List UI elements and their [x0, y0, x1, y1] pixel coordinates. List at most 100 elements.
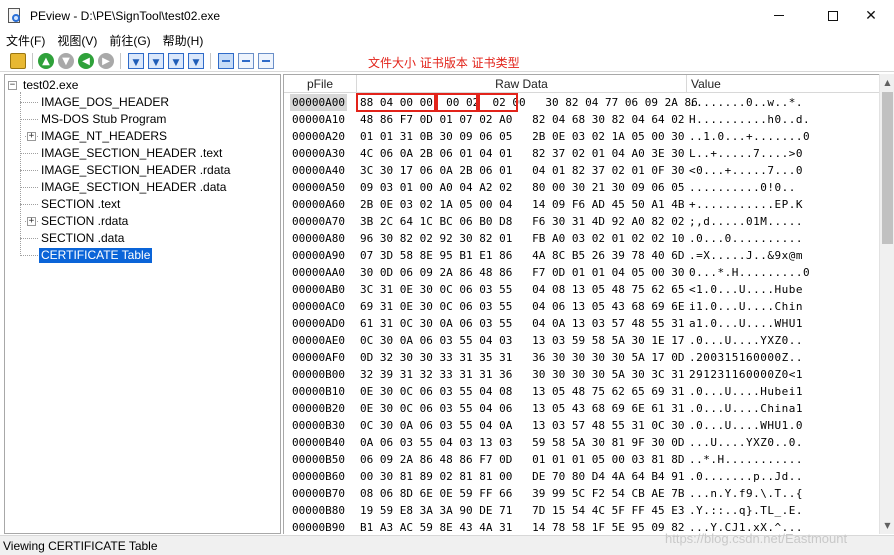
hex-row[interactable]: 00000A70 3B 2C 64 1C BC 06 B0 D8 F6 30 31… — [284, 213, 880, 230]
hex-view: pFile Raw Data Value 00000A00 88 04 00 00… — [283, 74, 894, 534]
column-value[interactable]: Value — [687, 75, 880, 93]
scroll-thumb[interactable] — [882, 92, 893, 244]
tree-root[interactable]: test02.exe — [21, 77, 80, 94]
hex-offset: 00000B60 — [292, 470, 345, 483]
hex-row[interactable]: 00000AD0 61 31 0C 30 0A 06 03 55 04 0A 13… — [284, 315, 880, 332]
hex-bytes: B1 A3 AC 59 8E 43 4A 31 14 78 58 1F 5E 9… — [360, 521, 685, 534]
vertical-scrollbar[interactable]: ▲ ▼ — [879, 74, 894, 534]
expand-toggle-icon[interactable]: + — [27, 132, 36, 141]
hex-row[interactable]: 00000B20 0E 30 0C 06 03 55 04 06 13 05 43… — [284, 400, 880, 417]
tree-item-section-text[interactable]: SECTION .text — [39, 196, 122, 213]
hex-offset: 00000B90 — [292, 521, 345, 534]
go-down-icon[interactable]: ▼ — [58, 53, 74, 69]
view-byte-icon[interactable]: ▼ — [148, 53, 164, 69]
list-view-icon[interactable] — [218, 53, 234, 69]
hex-row[interactable]: 00000AB0 3C 31 0E 30 0C 06 03 55 04 08 13… — [284, 281, 880, 298]
tree-item-dos-stub[interactable]: MS-DOS Stub Program — [39, 111, 168, 128]
scroll-up-icon[interactable]: ▲ — [880, 75, 894, 90]
hex-bytes: 3C 31 0E 30 0C 06 03 55 04 08 13 05 48 7… — [360, 283, 685, 296]
hex-ascii: .0...0.......... — [689, 232, 803, 245]
hex-row[interactable]: 00000A80 96 30 82 02 92 30 82 01 FB A0 03… — [284, 230, 880, 247]
hex-ascii: ...n.Y.f9.\.T..{ — [689, 487, 803, 500]
tree-item-section-header-rdata[interactable]: IMAGE_SECTION_HEADER .rdata — [39, 162, 232, 179]
hex-row[interactable]: 00000B00 32 39 31 32 33 31 31 36 30 30 30… — [284, 366, 880, 383]
back-icon[interactable]: ◀ — [78, 53, 94, 69]
open-folder-icon[interactable] — [10, 53, 26, 69]
view-dword-icon[interactable]: ▼ — [188, 53, 204, 69]
hex-bytes: 0E 30 0C 06 03 55 04 08 13 05 48 75 62 6… — [360, 385, 685, 398]
expand-toggle-icon[interactable]: + — [27, 217, 36, 226]
tree-item-dos-header[interactable]: IMAGE_DOS_HEADER — [39, 94, 171, 111]
hex-ascii: +...........EP.K — [689, 198, 803, 211]
hex-row[interactable]: 00000A40 3C 30 17 06 0A 2B 06 01 04 01 82… — [284, 162, 880, 179]
hex-row[interactable]: 00000AC0 69 31 0E 30 0C 06 03 55 04 06 13… — [284, 298, 880, 315]
hex-ascii: H..........h0..d. — [689, 113, 811, 126]
hex-bytes: 4C 06 0A 2B 06 01 04 01 82 37 02 01 04 A… — [360, 147, 685, 160]
watermark: https://blog.csdn.net/Eastmount — [665, 531, 848, 546]
hex-row[interactable]: 00000B40 0A 06 03 55 04 03 13 03 59 58 5A… — [284, 434, 880, 451]
column-raw-data[interactable]: Raw Data — [357, 75, 687, 93]
hex-bytes: 48 86 F7 0D 01 07 02 A0 82 04 68 30 82 0… — [360, 113, 685, 126]
hex-bytes: 19 59 E8 3A 3A 90 DE 71 7D 15 54 4C 5F F… — [360, 504, 685, 517]
hex-bytes: 08 06 8D 6E 0E 59 FF 66 39 99 5C F2 54 C… — [360, 487, 685, 500]
hex-ascii: i1.0...U....Chin — [689, 300, 803, 313]
scroll-down-icon[interactable]: ▼ — [880, 518, 894, 533]
hex-bytes: 07 3D 58 8E 95 B1 E1 86 4A 8C B5 26 39 7… — [360, 249, 685, 262]
menu-file[interactable]: 文件(F) — [0, 32, 51, 49]
hex-row[interactable]: 00000B60 00 30 81 89 02 81 81 00 DE 70 80… — [284, 468, 880, 485]
cert-type-highlight — [478, 93, 518, 112]
hex-ascii: ..........0!0.. — [689, 181, 796, 194]
maximize-icon — [828, 10, 838, 21]
hex-bytes: 69 31 0E 30 0C 06 03 55 04 06 13 05 43 6… — [360, 300, 685, 313]
hex-offset: 00000B40 — [292, 436, 345, 449]
view-hex-icon[interactable]: ▼ — [128, 53, 144, 69]
word-view-icon[interactable] — [258, 53, 274, 69]
view-word-icon[interactable]: ▼ — [168, 53, 184, 69]
tree-item-section-rdata[interactable]: SECTION .rdata — [39, 213, 130, 230]
hex-row[interactable]: 00000B70 08 06 8D 6E 0E 59 FF 66 39 99 5C… — [284, 485, 880, 502]
minimize-button[interactable] — [756, 0, 802, 31]
hex-row[interactable]: 00000AA0 30 0D 06 09 2A 86 48 86 F7 0D 01… — [284, 264, 880, 281]
hex-row[interactable]: 00000A50 09 03 01 00 A0 04 A2 02 80 00 30… — [284, 179, 880, 196]
hex-offset: 00000B30 — [292, 419, 345, 432]
tree-item-nt-headers[interactable]: IMAGE_NT_HEADERS — [39, 128, 169, 145]
hex-bytes: 0E 30 0C 06 03 55 04 06 13 05 43 68 69 6… — [360, 402, 685, 415]
hex-row[interactable]: 00000A60 2B 0E 03 02 1A 05 00 04 14 09 F6… — [284, 196, 880, 213]
menu-goto[interactable]: 前往(G) — [103, 32, 156, 49]
column-pfile[interactable]: pFile — [284, 75, 357, 93]
hex-row[interactable]: 00000B30 0C 30 0A 06 03 55 04 0A 13 03 57… — [284, 417, 880, 434]
menu-help[interactable]: 帮助(H) — [157, 32, 210, 49]
forward-icon[interactable]: ▶ — [98, 53, 114, 69]
hex-row[interactable]: 00000A10 48 86 F7 0D 01 07 02 A0 82 04 68… — [284, 111, 880, 128]
hex-bytes: 3C 30 17 06 0A 2B 06 01 04 01 82 37 02 0… — [360, 164, 685, 177]
hex-row[interactable]: 00000B80 19 59 E8 3A 3A 90 DE 71 7D 15 54… — [284, 502, 880, 519]
byte-view-icon[interactable] — [238, 53, 254, 69]
hex-ascii: <1.0...U....Hube — [689, 283, 803, 296]
hex-offset: 00000B20 — [292, 402, 345, 415]
hex-row[interactable]: 00000A30 4C 06 0A 2B 06 01 04 01 82 37 02… — [284, 145, 880, 162]
menu-bar: 文件(F) 视图(V) 前往(G) 帮助(H) — [0, 31, 894, 50]
menu-view[interactable]: 视图(V) — [51, 32, 103, 49]
hex-row[interactable]: 00000B10 0E 30 0C 06 03 55 04 08 13 05 48… — [284, 383, 880, 400]
hex-row[interactable]: 00000AE0 0C 30 0A 06 03 55 04 03 13 03 59… — [284, 332, 880, 349]
hex-offset: 00000AF0 — [292, 351, 345, 364]
hex-ascii: L..+.....7....>0 — [689, 147, 803, 160]
hex-offset: 00000A80 — [292, 232, 345, 245]
hex-ascii: ;,d.....01M..... — [689, 215, 803, 228]
hex-row[interactable]: 00000AF0 0D 32 30 30 33 31 35 31 36 30 30… — [284, 349, 880, 366]
tree-item-section-header-data[interactable]: IMAGE_SECTION_HEADER .data — [39, 179, 228, 196]
hex-bytes: 0C 30 0A 06 03 55 04 03 13 03 59 58 5A 3… — [360, 334, 685, 347]
go-up-icon[interactable]: ▲ — [38, 53, 54, 69]
close-button[interactable]: ✕ — [848, 0, 894, 31]
tree-item-certificate-table[interactable]: CERTIFICATE Table — [39, 247, 153, 264]
hex-row[interactable]: 00000A90 07 3D 58 8E 95 B1 E1 86 4A 8C B5… — [284, 247, 880, 264]
hex-ascii: .0...U....Hubei1 — [689, 385, 803, 398]
hex-ascii: .0...U....YXZ0.. — [689, 334, 803, 347]
hex-ascii: ..1.0...+.......0 — [689, 130, 811, 143]
hex-offset: 00000A00 — [290, 94, 347, 111]
tree-item-section-header-text[interactable]: IMAGE_SECTION_HEADER .text — [39, 145, 224, 162]
hex-row[interactable]: 00000B50 06 09 2A 86 48 86 F7 0D 01 01 01… — [284, 451, 880, 468]
tree-item-section-data[interactable]: SECTION .data — [39, 230, 126, 247]
expand-toggle-icon[interactable]: − — [8, 81, 17, 90]
hex-row[interactable]: 00000A20 01 01 31 0B 30 09 06 05 2B 0E 03… — [284, 128, 880, 145]
